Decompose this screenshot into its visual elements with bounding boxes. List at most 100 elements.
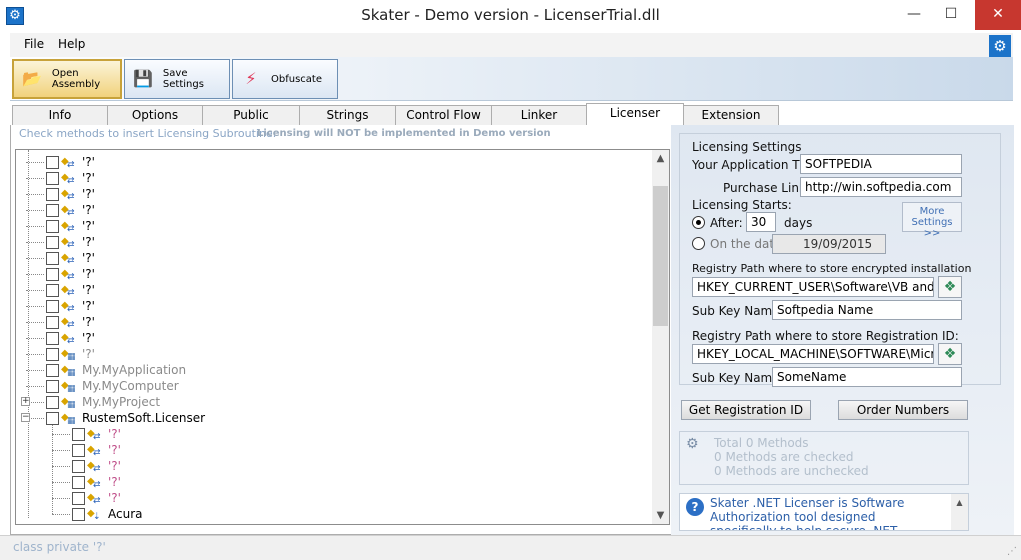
minimize-button[interactable]: —: [896, 0, 932, 30]
tree-checkbox[interactable]: [72, 427, 85, 441]
tree-item[interactable]: ◆ '?': [46, 218, 95, 236]
total-methods: Total 0 Methods: [714, 436, 809, 450]
tab-public-members[interactable]: Public members: [202, 105, 300, 141]
tree-checkbox[interactable]: [72, 491, 85, 505]
tree-checkbox[interactable]: [46, 363, 59, 377]
registry-id-browse-icon[interactable]: ❖: [938, 343, 962, 365]
resize-grip[interactable]: ⋰: [1007, 546, 1017, 557]
app-title-field[interactable]: SOFTPEDIA: [800, 154, 962, 174]
tree-item[interactable]: ◆ '?': [72, 458, 121, 476]
method-tree[interactable]: ▲ ▼ ◆ '?' ◆ '?' ◆ '?' ◆ '?' ◆ '?' ◆ '?' ◆ '?' ◆ '?' ◆ '?'…: [15, 149, 670, 525]
info-scroll-up-arrow[interactable]: ▲: [951, 494, 968, 511]
scroll-up-arrow[interactable]: ▲: [652, 150, 669, 167]
more-settings-button[interactable]: More Settings >>: [902, 202, 962, 239]
tree-item[interactable]: ◆ '?': [46, 186, 95, 204]
method-icon: ◆: [61, 299, 77, 316]
tree-guide: [52, 482, 70, 483]
tab-strings[interactable]: Strings: [299, 105, 396, 126]
save-settings-button[interactable]: 💾 Save Settings: [124, 59, 230, 99]
tree-checkbox[interactable]: [46, 155, 59, 169]
tree-item[interactable]: ◆ My.MyProject: [46, 394, 160, 412]
tree-guide: [26, 354, 44, 355]
tree-checkbox[interactable]: [46, 299, 59, 313]
tree-item[interactable]: ◆ '?': [46, 298, 95, 316]
subkey-field[interactable]: Softpedia Name: [772, 300, 962, 320]
tree-checkbox[interactable]: [72, 459, 85, 473]
on-date-radio[interactable]: [692, 237, 705, 250]
tree-checkbox[interactable]: [46, 523, 59, 524]
tree-item[interactable]: ◆ My.MyApplication: [46, 362, 186, 380]
close-button[interactable]: ✕: [975, 0, 1021, 30]
tree-checkbox[interactable]: [72, 507, 85, 521]
tree-item[interactable]: ◆ '?': [46, 202, 95, 220]
tree-checkbox[interactable]: [46, 187, 59, 201]
tree-item[interactable]: ◆ '?': [46, 282, 95, 300]
tab-licenser[interactable]: Licenser: [586, 103, 684, 127]
tree-guide: [26, 258, 44, 259]
tree-guide: [52, 498, 70, 499]
tree-scrollbar[interactable]: ▲ ▼: [652, 150, 669, 524]
tree-item[interactable]: ◆ '?': [72, 426, 121, 444]
tree-checkbox[interactable]: [46, 203, 59, 217]
tab-control-flow[interactable]: Control Flow: [395, 105, 492, 126]
subkey2-field[interactable]: SomeName: [772, 367, 962, 387]
tree-item[interactable]: ◆ My.MyComputer: [46, 378, 179, 396]
tree-expander[interactable]: +: [21, 397, 30, 406]
tree-checkbox[interactable]: [46, 379, 59, 393]
tree-checkbox[interactable]: [72, 475, 85, 489]
tree-checkbox[interactable]: [46, 171, 59, 185]
tree-item[interactable]: ◆ '?': [46, 330, 95, 348]
menu-file[interactable]: File: [24, 37, 44, 51]
open-assembly-button[interactable]: 📂 Open Assembly: [12, 59, 122, 99]
tab-linker[interactable]: Linker: [491, 105, 587, 126]
tree-item[interactable]: ◆ '?': [46, 154, 95, 172]
tree-item[interactable]: ◆ RustemSoft.Licenser: [46, 410, 205, 428]
tree-item[interactable]: ◆ '?': [46, 314, 95, 332]
tree-item[interactable]: ◆ Acura: [72, 506, 143, 524]
tree-item[interactable]: ◆ '?': [72, 442, 121, 460]
registry-browse-icon[interactable]: ❖: [938, 276, 962, 298]
tree-checkbox[interactable]: [46, 315, 59, 329]
method-icon: ◆: [87, 443, 103, 460]
obfuscate-button[interactable]: ⚡ Obfuscate: [232, 59, 338, 99]
tree-checkbox[interactable]: [46, 395, 59, 409]
tree-item[interactable]: ◆ '?': [46, 266, 95, 284]
purchase-link-field[interactable]: http://win.softpedia.com: [800, 177, 962, 197]
after-days-field[interactable]: 30: [746, 212, 776, 232]
scroll-down-arrow[interactable]: ▼: [652, 507, 669, 524]
tree-checkbox[interactable]: [46, 235, 59, 249]
get-registration-id-button[interactable]: Get Registration ID: [681, 400, 811, 420]
tree-expander[interactable]: −: [21, 413, 30, 422]
info-scrollbar[interactable]: ▲: [951, 494, 968, 530]
tree-guide: [52, 466, 70, 467]
date-field[interactable]: 19/09/2015: [772, 234, 886, 254]
tree-checkbox[interactable]: [46, 283, 59, 297]
method-icon: ◆: [61, 155, 77, 172]
menu-help[interactable]: Help: [58, 37, 85, 51]
registry-install-field[interactable]: HKEY_CURRENT_USER\Software\VB and VBA: [692, 277, 934, 297]
tab-options[interactable]: Options: [107, 105, 203, 126]
tab-info[interactable]: Info: [12, 105, 108, 126]
tree-item[interactable]: ◆ '?': [46, 346, 95, 364]
tree-checkbox[interactable]: [46, 347, 59, 361]
tree-item-label: '?': [82, 267, 95, 281]
tree-item[interactable]: ◆ '?': [72, 490, 121, 508]
subkey2-label: Sub Key Name:: [692, 371, 784, 385]
registry-id-field[interactable]: HKEY_LOCAL_MACHINE\SOFTWARE\Microsoft: [692, 344, 934, 364]
tree-item[interactable]: ◆ '?': [46, 170, 95, 188]
after-radio[interactable]: [692, 216, 705, 229]
scroll-thumb[interactable]: [653, 186, 668, 326]
maximize-button[interactable]: ☐: [933, 0, 969, 30]
tree-item[interactable]: ◆ Scripting.Drive: [46, 522, 171, 524]
tree-checkbox[interactable]: [46, 331, 59, 345]
tree-item[interactable]: ◆ '?': [46, 250, 95, 268]
tree-item[interactable]: ◆ '?': [46, 234, 95, 252]
tree-item[interactable]: ◆ '?': [72, 474, 121, 492]
tree-checkbox[interactable]: [46, 267, 59, 281]
tree-checkbox[interactable]: [46, 251, 59, 265]
tree-checkbox[interactable]: [46, 411, 59, 425]
order-numbers-button[interactable]: Order Numbers: [838, 400, 968, 420]
tree-checkbox[interactable]: [46, 219, 59, 233]
tree-checkbox[interactable]: [72, 443, 85, 457]
tab-extension[interactable]: Extension: [683, 105, 779, 126]
